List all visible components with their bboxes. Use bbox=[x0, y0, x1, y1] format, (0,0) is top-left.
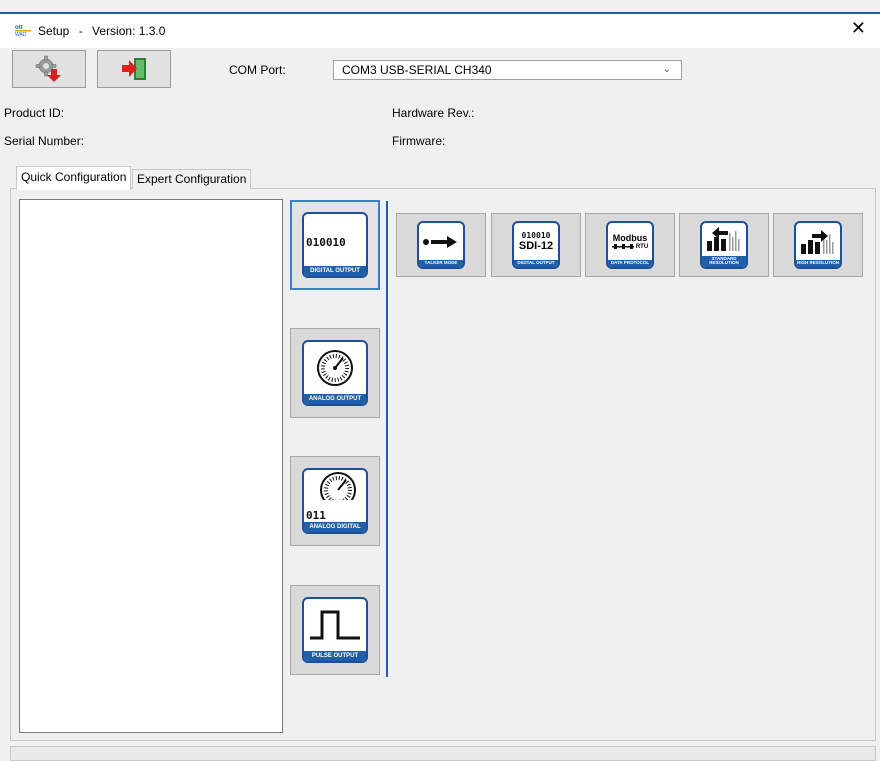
gear-download-icon bbox=[35, 55, 61, 82]
pulse-wave-icon bbox=[310, 610, 360, 640]
binary-line: 010010 bbox=[521, 231, 551, 240]
sdi-12-title: SDI-12 bbox=[518, 239, 554, 252]
digital-output-caption: DIGITAL OUTPUT bbox=[304, 265, 366, 276]
pulse-output-button[interactable]: PULSE OUTPUT bbox=[290, 585, 380, 675]
standard-resolution-caption: STANDARD RESOLUTION bbox=[702, 255, 746, 267]
product-id-label: Product ID: bbox=[4, 106, 65, 120]
sdi-12-caption: DIGITAL OUTPUT bbox=[514, 260, 558, 267]
com-port-select[interactable]: COM3 USB-SERIAL CH340 ⌄ bbox=[333, 60, 682, 80]
configuration-list[interactable] bbox=[19, 199, 283, 733]
close-button[interactable]: ✕ bbox=[851, 18, 866, 39]
tab-expert-configuration[interactable]: Expert Configuration bbox=[132, 169, 252, 189]
read-settings-button[interactable] bbox=[12, 50, 86, 88]
modbus-caption: DATA PROTOCOL bbox=[608, 260, 652, 267]
com-port-label: COM Port: bbox=[229, 63, 286, 77]
high-resolution-caption: HIGH RESOLUTION bbox=[796, 260, 840, 267]
digital-output-button[interactable]: 010010 011101 110101 DIGITAL OUTPUT bbox=[290, 200, 380, 290]
binary-line: 010010 bbox=[306, 236, 346, 249]
gauge-icon bbox=[317, 349, 353, 386]
serial-number-label: Serial Number: bbox=[4, 134, 85, 148]
resolution-down-icon bbox=[707, 227, 740, 252]
high-resolution-button[interactable]: HIGH RESOLUTION bbox=[773, 213, 863, 277]
svg-text:WAD: WAD bbox=[15, 32, 27, 37]
talker-mode-caption: TALKER MODE bbox=[419, 260, 463, 267]
standard-resolution-icon: STANDARD RESOLUTION bbox=[700, 221, 748, 269]
window-title: Setup - Version: 1.3.0 bbox=[38, 24, 165, 38]
sdi-12-icon: 010010 SDI-12 DIGITAL OUTPUT bbox=[512, 221, 560, 269]
talker-mode-button[interactable]: TALKER MODE bbox=[396, 213, 486, 277]
vertical-divider bbox=[386, 201, 388, 677]
arrow-right-icon bbox=[423, 235, 457, 248]
binary-line: 011 bbox=[306, 509, 326, 522]
app-logo-icon: ott WAD bbox=[15, 25, 31, 37]
modbus-title: Modbus bbox=[612, 232, 648, 243]
analog-output-button[interactable]: ANALOG OUTPUT bbox=[290, 328, 380, 418]
analog-output-caption: ANALOG OUTPUT bbox=[304, 393, 366, 404]
com-port-value: COM3 USB-SERIAL CH340 bbox=[342, 63, 492, 77]
resolution-up-icon bbox=[801, 229, 834, 254]
pulse-output-caption: PULSE OUTPUT bbox=[304, 650, 366, 661]
high-resolution-icon: HIGH RESOLUTION bbox=[794, 221, 842, 269]
hardware-rev-label: Hardware Rev.: bbox=[392, 106, 475, 120]
standard-resolution-button[interactable]: STANDARD RESOLUTION bbox=[679, 213, 769, 277]
analog-digital-icon: 011 11010 ANALOG DIGITAL bbox=[302, 468, 368, 534]
network-icon bbox=[611, 243, 634, 249]
modbus-button[interactable]: Modbus RTU DATA PROTOCOL bbox=[585, 213, 675, 277]
sdi-12-button[interactable]: 010010 SDI-12 DIGITAL OUTPUT bbox=[491, 213, 581, 277]
pulse-output-icon: PULSE OUTPUT bbox=[302, 597, 368, 663]
exit-button[interactable] bbox=[97, 50, 171, 88]
title-bar: ott WAD Setup - Version: 1.3.0 ✕ bbox=[0, 14, 880, 48]
analog-digital-button[interactable]: 011 11010 ANALOG DIGITAL bbox=[290, 456, 380, 546]
analog-output-icon: ANALOG OUTPUT bbox=[302, 340, 368, 406]
modbus-rtu: RTU bbox=[635, 243, 649, 250]
digital-output-icon: 010010 011101 110101 DIGITAL OUTPUT bbox=[302, 212, 368, 278]
firmware-label: Firmware: bbox=[392, 134, 446, 148]
talker-mode-icon: TALKER MODE bbox=[417, 221, 465, 269]
app-version: Version: 1.3.0 bbox=[92, 24, 166, 38]
tab-quick-configuration[interactable]: Quick Configuration bbox=[16, 166, 132, 190]
title-separator: - bbox=[78, 24, 83, 38]
chevron-down-icon: ⌄ bbox=[662, 64, 671, 75]
modbus-icon: Modbus RTU DATA PROTOCOL bbox=[606, 221, 654, 269]
app-name: Setup bbox=[38, 24, 70, 38]
exit-door-icon bbox=[122, 58, 146, 80]
status-bar bbox=[10, 746, 876, 761]
